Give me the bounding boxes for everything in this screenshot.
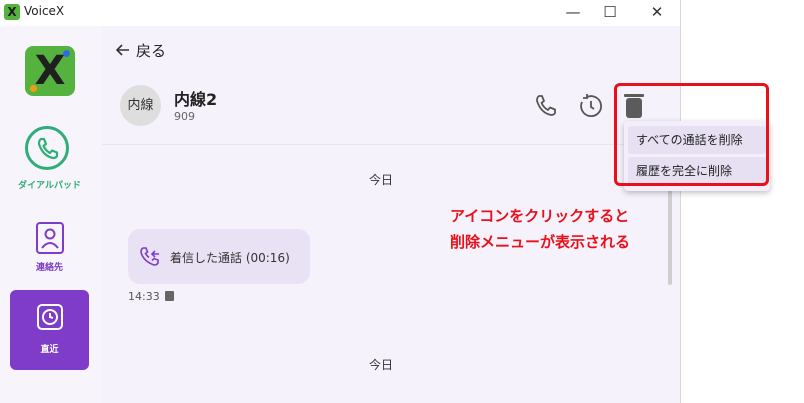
call-time: 14:33 [128,290,160,303]
contact-name: 内線2 [174,90,218,109]
logo-letter: X [34,48,66,94]
close-button[interactable]: ✕ [637,0,677,26]
arrow-left-icon [115,42,136,60]
contact-card-icon [36,222,64,254]
divider [102,144,680,145]
logo-dot [30,85,37,92]
voicex-logo: X [25,46,75,96]
annotation-line: 削除メニューが表示される [450,233,631,251]
date-separator: 今日 [368,173,393,187]
annotation-line: アイコンをクリックすると [450,207,630,225]
back-button[interactable]: 戻る [115,40,167,61]
sidebar-item-label: ダイアルパッド [18,181,81,191]
sidebar: X ダイアルパッド 連絡先 直近 [0,26,102,403]
clock-icon [37,304,63,330]
incoming-call-icon [138,245,162,273]
sidebar-item-dialpad[interactable]: ダイアルパッド [10,122,89,202]
call-log-entry[interactable]: 着信した通話 (00:16) [128,229,310,284]
annotation-note: アイコンをクリックすると 削除メニューが表示される [450,203,630,255]
call-description: 着信した通話 (00:16) [170,251,290,265]
call-icon[interactable] [532,92,560,124]
window-title: VoiceX [24,4,65,18]
date-separator: 今日 [368,358,393,372]
back-label: 戻る [136,42,167,60]
logo-dot [63,50,70,57]
phone-icon [25,126,69,170]
title-bar: X VoiceX — ☐ ✕ [0,0,680,26]
sidebar-item-label: 連絡先 [35,263,63,273]
avatar: 内線 [120,85,161,126]
maximize-button[interactable]: ☐ [590,0,630,26]
history-icon[interactable] [576,92,604,124]
desktop-background [680,0,804,403]
minimize-button[interactable]: — [553,0,593,26]
sidebar-item-recent[interactable]: 直近 [10,290,89,370]
contact-number: 909 [174,110,195,123]
app-logo-icon: X [4,4,20,20]
sidebar-item-contacts[interactable]: 連絡先 [10,216,89,296]
trash-icon[interactable] [165,291,174,301]
sidebar-item-label: 直近 [40,345,59,355]
highlight-frame [614,83,769,186]
